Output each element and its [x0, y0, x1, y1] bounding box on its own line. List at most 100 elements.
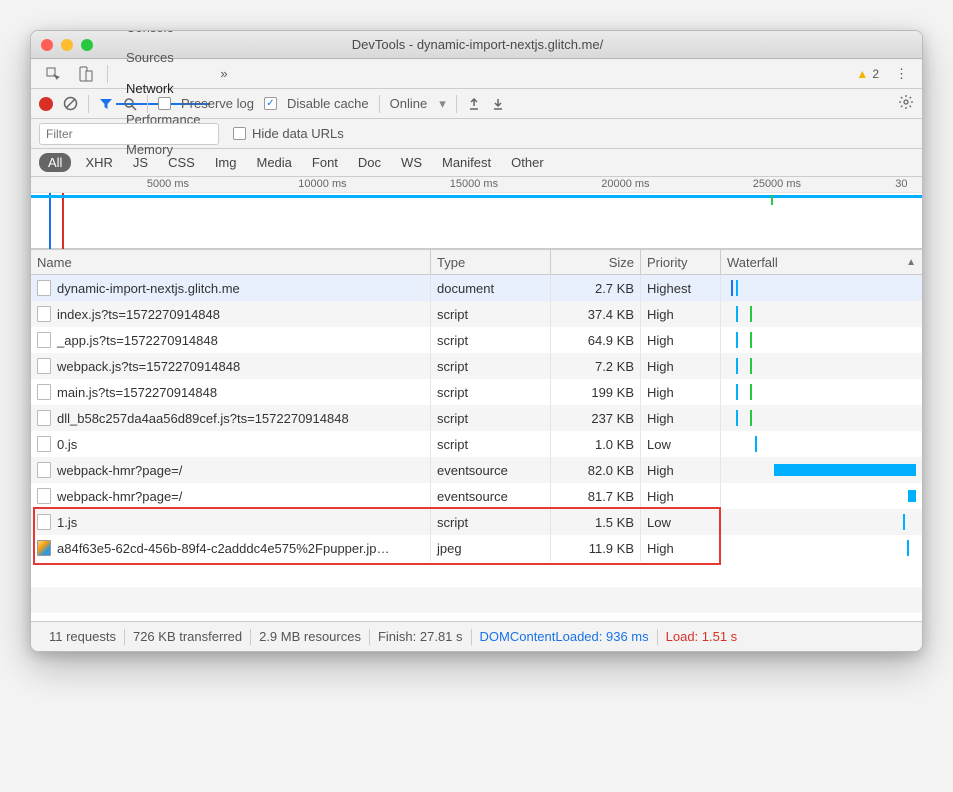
request-waterfall: [721, 379, 922, 405]
type-ws[interactable]: WS: [395, 153, 428, 172]
request-type: eventsource: [431, 457, 551, 483]
hide-urls-checkbox[interactable]: [233, 127, 246, 140]
table-row[interactable]: dynamic-import-nextjs.glitch.medocument2…: [31, 275, 922, 301]
table-row[interactable]: a84f63e5-62cd-456b-89f4-c2adddc4e575%2Fp…: [31, 535, 922, 561]
type-all[interactable]: All: [39, 153, 71, 172]
device-icon[interactable]: [71, 62, 99, 86]
sort-icon: ▲: [906, 257, 916, 268]
status-resources: 2.9 MB resources: [251, 629, 369, 644]
disable-cache-label: Disable cache: [287, 96, 369, 111]
disable-cache-checkbox[interactable]: [264, 97, 277, 110]
header-priority[interactable]: Priority: [641, 250, 721, 274]
request-name: main.js?ts=1572270914848: [57, 385, 217, 400]
filter-icon[interactable]: [99, 97, 113, 111]
more-icon[interactable]: ⋮: [889, 62, 914, 86]
column-headers: Name Type Size Priority Waterfall▲: [31, 249, 922, 275]
hide-urls-label: Hide data URLs: [252, 126, 344, 141]
request-type: jpeg: [431, 535, 551, 561]
table-row[interactable]: webpack-hmr?page=/ eventsource82.0 KBHigh: [31, 457, 922, 483]
upload-icon[interactable]: [467, 97, 481, 111]
overflow-icon[interactable]: »: [214, 62, 233, 85]
request-name: a84f63e5-62cd-456b-89f4-c2adddc4e575%2Fp…: [57, 541, 389, 556]
type-doc[interactable]: Doc: [352, 153, 387, 172]
table-row[interactable]: _app.js?ts=1572270914848script64.9 KBHig…: [31, 327, 922, 353]
request-name: _app.js?ts=1572270914848: [57, 333, 218, 348]
file-icon: [37, 384, 51, 400]
timeline-overview[interactable]: 5000 ms10000 ms15000 ms20000 ms25000 ms3…: [31, 177, 922, 249]
request-priority: High: [641, 457, 721, 483]
request-priority: High: [641, 405, 721, 431]
status-bar: 11 requests 726 KB transferred 2.9 MB re…: [31, 621, 922, 651]
timeline-tick: 20000 ms: [601, 178, 649, 190]
request-waterfall: [721, 535, 922, 561]
search-icon[interactable]: [123, 97, 137, 111]
tab-console[interactable]: Console: [116, 30, 210, 43]
request-size: 199 KB: [551, 379, 641, 405]
header-type[interactable]: Type: [431, 250, 551, 274]
table-row[interactable]: main.js?ts=1572270914848script199 KBHigh: [31, 379, 922, 405]
table-row[interactable]: index.js?ts=1572270914848script37.4 KBHi…: [31, 301, 922, 327]
type-filter-bar: All XHR JS CSS Img Media Font Doc WS Manifest Oth…: [31, 149, 922, 177]
request-size: 81.7 KB: [551, 483, 641, 509]
request-waterfall: [721, 327, 922, 353]
request-priority: High: [641, 353, 721, 379]
status-domcontentloaded: DOMContentLoaded: 936 ms: [472, 629, 657, 644]
request-type: script: [431, 405, 551, 431]
request-priority: Low: [641, 431, 721, 457]
request-size: 7.2 KB: [551, 353, 641, 379]
request-table: dynamic-import-nextjs.glitch.medocument2…: [31, 275, 922, 621]
download-icon[interactable]: [491, 97, 505, 111]
warning-badge[interactable]: ▲2: [856, 67, 879, 81]
request-size: 11.9 KB: [551, 535, 641, 561]
request-type: script: [431, 431, 551, 457]
type-manifest[interactable]: Manifest: [436, 153, 497, 172]
gear-icon[interactable]: [898, 94, 914, 110]
request-waterfall: [721, 275, 922, 301]
request-type: document: [431, 275, 551, 301]
type-media[interactable]: Media: [250, 153, 297, 172]
timeline-tick: 10000 ms: [298, 178, 346, 190]
throttling-select[interactable]: Online▾: [390, 96, 446, 112]
preserve-log-checkbox[interactable]: [158, 97, 171, 110]
record-button[interactable]: [39, 97, 53, 111]
type-xhr[interactable]: XHR: [79, 153, 118, 172]
header-size[interactable]: Size: [551, 250, 641, 274]
request-name: webpack-hmr?page=/: [57, 489, 182, 504]
inspect-icon[interactable]: [39, 62, 67, 86]
type-img[interactable]: Img: [209, 153, 243, 172]
file-icon: [37, 488, 51, 504]
file-icon: [37, 410, 51, 426]
header-name[interactable]: Name: [31, 250, 431, 274]
filter-input[interactable]: [39, 123, 219, 145]
clear-icon[interactable]: [63, 96, 78, 111]
request-waterfall: [721, 301, 922, 327]
request-waterfall: [721, 483, 922, 509]
request-name: webpack-hmr?page=/: [57, 463, 182, 478]
type-other[interactable]: Other: [505, 153, 550, 172]
file-icon: [37, 436, 51, 452]
request-priority: High: [641, 379, 721, 405]
request-waterfall: [721, 353, 922, 379]
request-waterfall: [721, 431, 922, 457]
file-icon: [37, 358, 51, 374]
tab-sources[interactable]: Sources: [116, 43, 210, 73]
type-font[interactable]: Font: [306, 153, 344, 172]
table-row[interactable]: webpack.js?ts=1572270914848script7.2 KBH…: [31, 353, 922, 379]
request-priority: High: [641, 483, 721, 509]
type-js[interactable]: JS: [127, 153, 154, 172]
status-finish: Finish: 27.81 s: [370, 629, 471, 644]
request-size: 82.0 KB: [551, 457, 641, 483]
request-size: 1.5 KB: [551, 509, 641, 535]
timeline-tick: 15000 ms: [450, 178, 498, 190]
table-row[interactable]: webpack-hmr?page=/eventsource81.7 KBHigh: [31, 483, 922, 509]
table-row[interactable]: 1.jsscript1.5 KBLow: [31, 509, 922, 535]
request-size: 237 KB: [551, 405, 641, 431]
request-size: 37.4 KB: [551, 301, 641, 327]
table-row[interactable]: 0.js script1.0 KBLow: [31, 431, 922, 457]
status-requests: 11 requests: [41, 629, 124, 644]
type-css[interactable]: CSS: [162, 153, 201, 172]
header-waterfall[interactable]: Waterfall▲: [721, 250, 922, 274]
request-name: 0.js: [57, 437, 77, 452]
table-row[interactable]: dll_b58c257da4aa56d89cef.js?ts=157227091…: [31, 405, 922, 431]
request-size: 1.0 KB: [551, 431, 641, 457]
